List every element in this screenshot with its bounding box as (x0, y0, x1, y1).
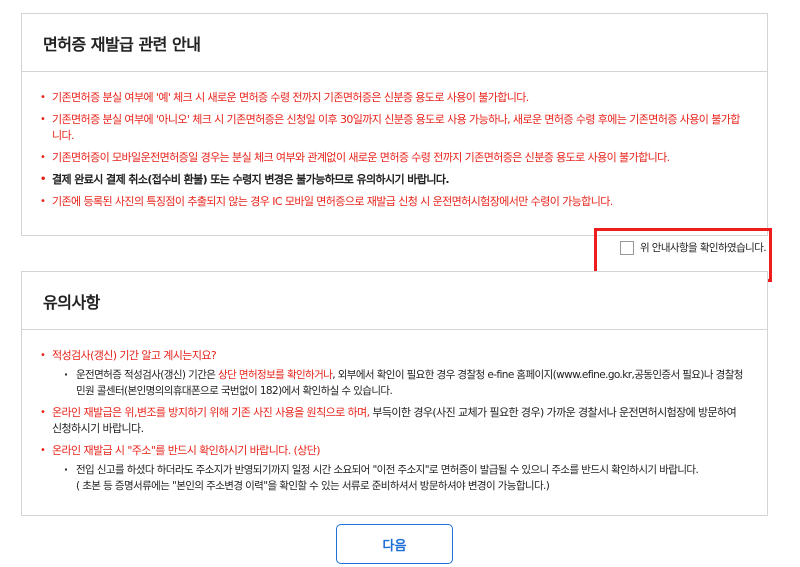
confirm-checkbox-label[interactable]: 위 안내사항을 확인하였습니다. (640, 240, 767, 255)
next-button[interactable]: 다음 (336, 524, 453, 564)
notice-item: 기존에 등록된 사진의 특징점이 추출되지 않는 경우 IC 모바일 면허증으로… (40, 194, 745, 210)
reissue-notice-panel: 면허증 재발급 관련 안내 기존면허증 분실 여부에 '예' 체크 시 새로운 … (21, 13, 768, 236)
caution-item: 적성검사(갱신) 기간 알고 계시는지요? 운전면허증 적성검사(갱신) 기간은… (40, 348, 745, 399)
caution-panel-header: 유의사항 (22, 272, 767, 330)
caution-list: 적성검사(갱신) 기간 알고 계시는지요? 운전면허증 적성검사(갱신) 기간은… (22, 330, 767, 494)
caution-item-text: 온라인 재발급 시 "주소"를 반드시 확인하시기 바랍니다. (상단) (52, 444, 321, 457)
caution-item: 온라인 재발급 시 "주소"를 반드시 확인하시기 바랍니다. (상단) 전입 … (40, 443, 745, 494)
notice-panel-title: 면허증 재발급 관련 안내 (43, 34, 201, 54)
caution-panel: 유의사항 적성검사(갱신) 기간 알고 계시는지요? 운전면허증 적성검사(갱신… (21, 271, 768, 516)
confirm-checkbox[interactable] (620, 240, 634, 255)
caution-panel-title: 유의사항 (43, 292, 100, 312)
caution-sub-item: 전입 신고를 하셨다 하더라도 주소지가 반영되기까지 일정 시간 소요되어 "… (52, 462, 745, 478)
confirm-checkbox-row[interactable]: 위 안내사항을 확인하였습니다. (620, 240, 767, 255)
caution-item: 온라인 재발급은 위,변조를 방지하기 위해 기존 사진 사용을 원칙으로 하며… (40, 405, 745, 437)
notice-item: 기존면허증 분실 여부에 '아니오' 체크 시 기존면허증은 신청일 이후 30… (40, 112, 745, 144)
caution-sub-text: 운전면허증 적성검사(갱신) 기간은 (76, 369, 219, 381)
caution-sub-item: 운전면허증 적성검사(갱신) 기간은 상단 면허정보를 확인하거나, 외부에서 … (52, 367, 745, 399)
caution-sub-item: ( 초본 등 증명서류에는 "본인의 주소변경 이력"을 확인할 수 있는 서류… (76, 480, 550, 492)
caution-item-text-red: 온라인 재발급은 위,변조를 방지하기 위해 기존 사진 사용을 원칙으로 하며… (52, 406, 370, 419)
notice-item: 기존면허증이 모바일운전면허증일 경우는 분실 체크 여부와 관계없이 새로운 … (40, 150, 745, 166)
notice-item: 결제 완료시 결제 취소(접수비 환불) 또는 수령지 변경은 불가능하므로 유… (40, 172, 745, 188)
notice-item: 기존면허증 분실 여부에 '예' 체크 시 새로운 면허증 수령 전까지 기존면… (40, 90, 745, 106)
notice-panel-header: 면허증 재발급 관련 안내 (22, 14, 767, 72)
notice-list: 기존면허증 분실 여부에 '예' 체크 시 새로운 면허증 수령 전까지 기존면… (22, 72, 767, 210)
caution-item-text: 적성검사(갱신) 기간 알고 계시는지요? (52, 349, 217, 362)
caution-sub-highlight: 상단 면허정보를 확인하거나 (218, 369, 333, 381)
